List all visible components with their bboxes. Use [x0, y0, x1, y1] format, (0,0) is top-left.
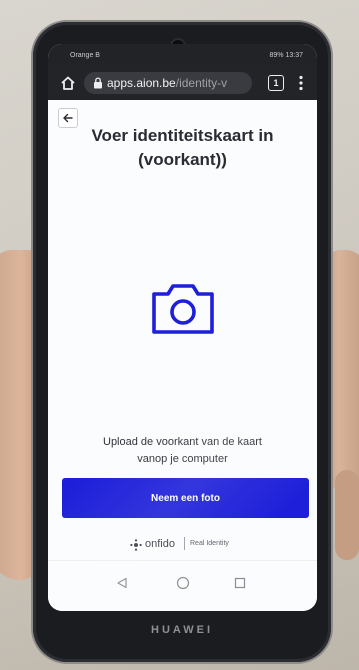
tab-switcher-button[interactable]: 1 — [268, 75, 284, 91]
nav-recent-icon[interactable] — [234, 577, 246, 589]
powered-by-footer: onfido Real Identity — [48, 534, 317, 554]
address-bar[interactable]: apps.aion.be/identity-v — [84, 72, 252, 94]
url-host: apps.aion.be — [107, 76, 176, 90]
more-vert-icon[interactable] — [298, 75, 304, 91]
url-path: /identity-v — [175, 76, 228, 90]
lock-icon — [94, 77, 102, 89]
instructions-line-1: Upload de voorkant van de kaart — [103, 436, 262, 448]
camera-icon — [152, 284, 214, 334]
right-hand — [327, 250, 359, 490]
page-title-line-2: (voorkant)) — [138, 150, 227, 169]
phone-device: Orange B 89% 13:37 apps.aion.be/identity… — [33, 22, 331, 662]
carrier-label: Orange B — [70, 52, 100, 59]
take-photo-button[interactable]: Neem een foto — [62, 478, 309, 518]
device-brand-label: HUAWEI — [151, 624, 213, 636]
instructions-line-2: vanop je computer — [137, 453, 228, 465]
url-text: apps.aion.be/identity-v — [107, 76, 227, 90]
photo-scene: Orange B 89% 13:37 apps.aion.be/identity… — [0, 0, 359, 670]
arrow-left-icon — [63, 113, 73, 123]
nav-back-icon[interactable] — [116, 577, 128, 589]
onfido-logo-icon — [130, 539, 142, 551]
right-thumb — [335, 470, 359, 560]
phone-screen: Orange B 89% 13:37 apps.aion.be/identity… — [48, 44, 317, 611]
page-title-line-1: Voer identiteitskaart in — [91, 126, 274, 145]
page-content: Voer identiteitskaart in (voorkant)) Upl… — [48, 100, 317, 560]
footer-divider — [184, 537, 185, 550]
system-nav-bar — [48, 560, 317, 611]
footer-tagline: Real Identity — [190, 540, 229, 547]
home-icon[interactable] — [60, 75, 76, 91]
battery-time: 89% 13:37 — [269, 52, 303, 59]
onfido-brand: onfido — [145, 538, 175, 550]
status-bar: Orange B 89% 13:37 — [48, 44, 317, 66]
browser-toolbar: apps.aion.be/identity-v 1 — [48, 66, 317, 100]
nav-home-icon[interactable] — [176, 576, 190, 590]
page-title: Voer identiteitskaart in (voorkant)) — [62, 124, 303, 172]
upload-instructions: Upload de voorkant van de kaart vanop je… — [68, 434, 297, 468]
